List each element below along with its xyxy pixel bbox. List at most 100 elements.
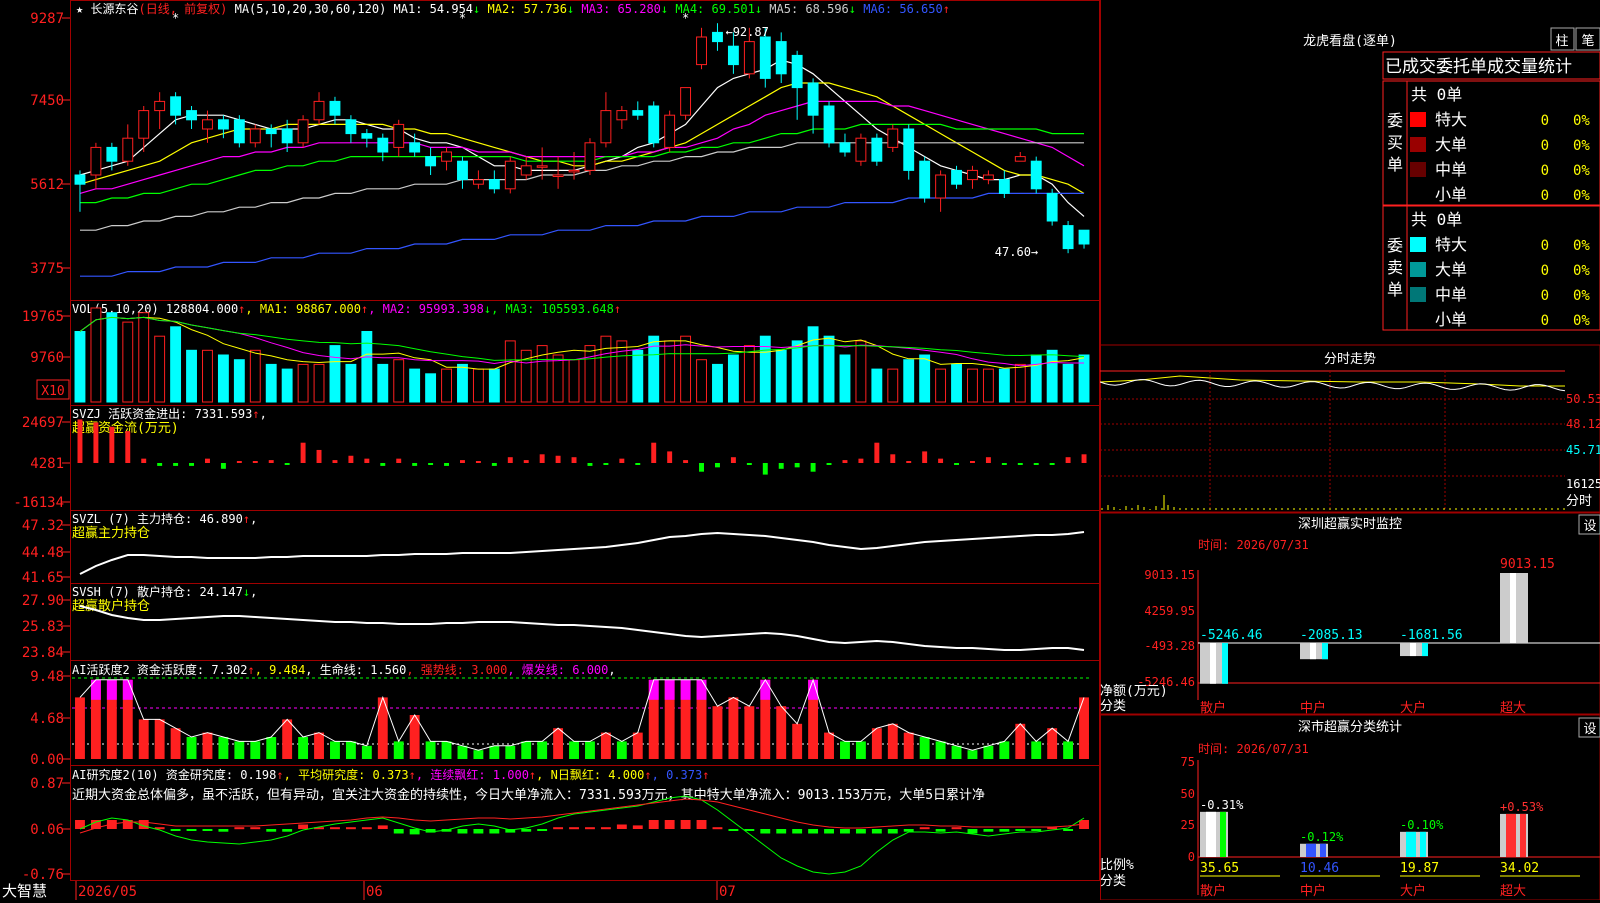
volume-bar-10: [233, 359, 245, 403]
ai1-bar-52: [903, 732, 914, 759]
ai1-bar-5: [154, 719, 165, 759]
sell-block-row-name-3: 小单: [1435, 310, 1467, 329]
candle-body-17: [345, 119, 357, 135]
ma-line-MA4: [80, 123, 1084, 204]
price-legend-part-6: MA2: 57.736: [480, 2, 567, 16]
classify-bar-edge-2: [1420, 831, 1426, 857]
ai2-bar-14: [298, 824, 309, 829]
buy-block-row-pct-2: 0%: [1573, 163, 1590, 179]
classify-val-3: 34.02: [1500, 861, 1539, 876]
ai2-bar-18: [361, 827, 372, 830]
ma-line-MA1: [79, 59, 1085, 217]
kline-chart[interactable]: 9287 7450 5612 3775 ★ 长源东谷(日线, 前复权) MA(5,10,…: [0, 0, 1100, 900]
sell-block-row-val-1: 0: [1541, 263, 1549, 279]
ai2-bar-42: [744, 829, 755, 831]
svzj-tick-0: 24697: [22, 415, 64, 431]
svzl-tick-1: 44.48: [22, 545, 64, 561]
ai1-bar-20: [393, 741, 404, 759]
classify-btn: 设: [1583, 722, 1596, 737]
price-legend-part-2: (日线, 前复权): [138, 1, 227, 16]
ai2-bar-19: [377, 825, 388, 829]
ai1-bar-17: [345, 741, 356, 759]
ai1-bar-48: [840, 741, 850, 759]
monitor-bar-hl-2: [1410, 643, 1416, 657]
svzl-legend-part-1: ↑: [243, 512, 250, 526]
ai1-legend: AI活跃度2 资金活跃度: 7.302↑, 9.484, 生命线: 1.560,…: [72, 662, 616, 677]
ai1-bar-54: [935, 741, 946, 759]
ma-line-MA5: [80, 142, 1084, 231]
ai2-bar-12: [266, 829, 277, 832]
side-panels: 龙虎看盘(逐单) 柱笔已成交委托单成交量统计委买单共 0单 特大 0 0% 大单 0 0% 中单…: [1099, 0, 1600, 901]
monitor-time: 时间: 2026/07/31: [1198, 538, 1309, 552]
sell-block-row-pct-0: 0%: [1573, 238, 1590, 254]
candle-body-15: [313, 100, 325, 121]
svzj-bar-38: [683, 460, 689, 463]
svzj-bar-0: [77, 419, 83, 463]
ai1-bar-4: [138, 719, 149, 759]
ai2-bar-28: [521, 829, 532, 832]
svsh-tick-0: 27.90: [22, 593, 64, 609]
svzj-bar-10: [236, 461, 242, 463]
ai2-line-red: [79, 798, 1085, 834]
svzj-bar-26: [491, 463, 497, 466]
ai1-tick-1: 4.68: [30, 711, 64, 727]
svzj-bar-17: [348, 455, 354, 463]
ma-line-MA6: [80, 192, 1084, 277]
buy-block-row-name-0: 特大: [1435, 110, 1467, 129]
ai1-bar-53: [919, 737, 930, 759]
svzj-bar-37: [667, 451, 673, 463]
candle-body-52: [903, 128, 915, 171]
price-legend-part-14: MA6: 56.650: [856, 2, 943, 16]
candle-body-37: [664, 114, 676, 148]
svzj-bar-36: [651, 442, 657, 463]
vol-ma-20: [79, 316, 1085, 361]
ai1-legend-part-7: ,: [608, 663, 615, 677]
candle-body-9: [217, 119, 229, 130]
price-legend-part-0: ★: [76, 2, 90, 16]
candle-body-1: [90, 146, 102, 176]
volume-bar-37: [664, 340, 676, 403]
ai2-bar-21: [409, 829, 420, 835]
volume-bar-7: [186, 349, 197, 403]
candle-body-29: [536, 165, 548, 168]
vol-tick-1: 9760: [30, 350, 64, 366]
volume-bar-0: [74, 331, 86, 403]
ai1-bar-29: [537, 741, 548, 759]
ai1-bar-16: [330, 741, 340, 759]
side-panel-chart: 龙虎看盘(逐单) 柱笔已成交委托单成交量统计委买单共 0单特大 0 0%大单 0 0%中单…: [1099, 0, 1600, 901]
svzj-legend: SVZJ 活跃资金进出: 7331.593↑,: [72, 406, 267, 421]
ai2-bar-31: [569, 827, 579, 830]
ai2-legend-part-8: ↑: [644, 768, 651, 782]
candle-body-12: [265, 128, 277, 135]
svzj-bar-52: [906, 461, 912, 463]
sell-block-row-pct-1: 0%: [1573, 263, 1590, 279]
svzj-bar-46: [810, 463, 816, 472]
ai2-legend: AI研究度2(10) 资金研究度: 0.198↑, 平均研究度: 0.373↑,…: [72, 767, 709, 782]
candle-body-32: [584, 142, 596, 171]
ai2-bar-8: [202, 829, 213, 831]
classify-title: 深市超赢分类统计: [1298, 719, 1402, 735]
ai2-bar-40: [712, 827, 723, 830]
ai1-cap-38: [680, 679, 691, 700]
svsh-tick-2: 23.84: [22, 645, 64, 661]
price-legend-part-13: ↓: [849, 2, 856, 16]
classify-cat-2: 大户: [1400, 883, 1426, 899]
buy-block-side-0: 委: [1387, 111, 1403, 130]
candle-body-44: [775, 41, 787, 75]
intraday-tick-0: 50.53: [1566, 392, 1600, 406]
volume-bar-4: [138, 312, 150, 403]
ai2-bar-17: [345, 827, 356, 830]
volume-bar-56: [967, 368, 978, 403]
candle-body-8: [202, 119, 213, 130]
svsh-legend-part-0: SVSH (7) 散户持仓: 24.147: [72, 584, 243, 599]
svzj-bar-61: [1049, 463, 1055, 465]
ai1-bar-61: [1047, 728, 1058, 759]
ai1-bar-22: [425, 741, 436, 759]
volume-bar-15: [313, 363, 325, 403]
kline-chart-area[interactable]: 9287 7450 5612 3775 ★ 长源东谷(日线, 前复权) MA(5,10,…: [0, 0, 1100, 900]
candle-body-30: [552, 174, 564, 177]
volume-bar-13: [281, 368, 293, 403]
ai1-bar-23: [441, 741, 452, 759]
vol-ma-10: [79, 316, 1084, 367]
ai1-bar-44: [776, 706, 787, 759]
